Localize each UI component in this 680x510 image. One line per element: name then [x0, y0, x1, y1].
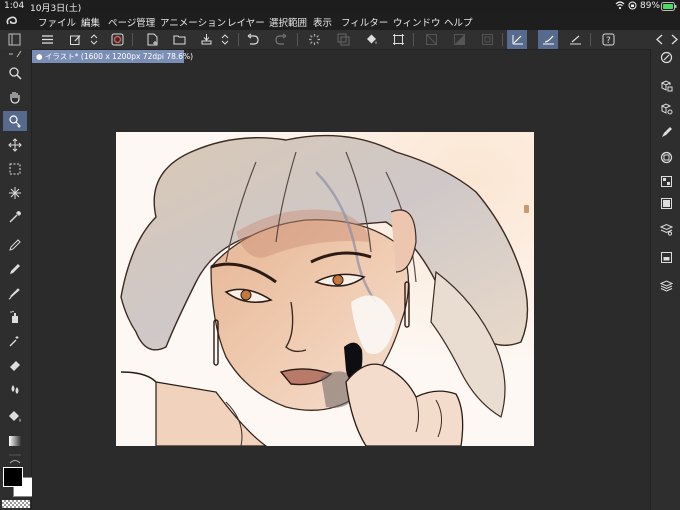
- color-wheel-icon[interactable]: [658, 149, 674, 165]
- toolbar-divider: [132, 33, 133, 46]
- color-set-icon[interactable]: [658, 173, 674, 189]
- tool-palette: [0, 49, 32, 510]
- snap-special-ruler-icon[interactable]: [538, 30, 558, 49]
- open-folder-icon[interactable]: [172, 32, 187, 47]
- subtool-icon[interactable]: [658, 77, 674, 93]
- loading-spinner-icon[interactable]: [307, 32, 322, 47]
- menu-window[interactable]: ウィンドウ: [393, 15, 441, 29]
- menu-bar: ファイル 編集 ページ管理 アニメーション レイヤー 選択範囲 表示 フィルター…: [0, 13, 680, 30]
- wifi-icon: [615, 1, 625, 10]
- tool-property-icon[interactable]: [658, 100, 674, 116]
- move-icon[interactable]: [5, 135, 25, 155]
- new-file-icon[interactable]: [145, 32, 160, 47]
- pen-shortcut-icon[interactable]: [5, 49, 25, 59]
- layer-icon[interactable]: [658, 277, 674, 293]
- menu-edit[interactable]: 編集: [81, 15, 100, 29]
- invert-selection-icon[interactable]: [452, 32, 467, 47]
- panel-dock: [650, 49, 680, 510]
- save-icon[interactable]: [199, 32, 214, 47]
- help-icon[interactable]: ?: [601, 32, 616, 47]
- brush-icon[interactable]: [5, 283, 25, 303]
- toolbar-divider: [590, 33, 591, 46]
- status-time: 1:04: [4, 1, 25, 11]
- toolbar-divider: [297, 33, 298, 46]
- edit-icon[interactable]: [68, 32, 83, 47]
- battery-percent: 89%: [640, 1, 661, 11]
- snap-ruler-icon[interactable]: [507, 30, 527, 49]
- layer-property-icon[interactable]: [658, 221, 674, 237]
- pencil-icon[interactable]: [5, 259, 25, 279]
- save-stepper-icon[interactable]: [220, 32, 230, 47]
- navigator-icon[interactable]: [658, 49, 674, 65]
- app-logo-icon[interactable]: [5, 15, 19, 27]
- decoration-icon[interactable]: [5, 331, 25, 351]
- menu-help[interactable]: ヘルプ: [444, 15, 473, 29]
- eyedropper-icon[interactable]: [5, 207, 25, 227]
- orientation-lock-icon: [628, 1, 637, 10]
- svg-text:?: ?: [606, 36, 611, 46]
- redo-icon[interactable]: [274, 32, 289, 47]
- menu-icon[interactable]: [40, 32, 55, 47]
- record-icon[interactable]: [110, 32, 125, 47]
- transparent-color-swatch[interactable]: [2, 500, 30, 508]
- select-layer-icon[interactable]: [3, 111, 27, 131]
- undo-icon[interactable]: [245, 32, 260, 47]
- toolbar-divider: [413, 33, 414, 46]
- brush-size-icon[interactable]: [658, 123, 674, 139]
- copy-layer-icon[interactable]: [336, 32, 351, 47]
- menu-layer[interactable]: レイヤー: [227, 15, 265, 29]
- toolbar-divider: [502, 33, 503, 46]
- clear-selection-icon[interactable]: [424, 32, 439, 47]
- menu-page-management[interactable]: ページ管理: [108, 15, 155, 29]
- snap-grid-icon[interactable]: [568, 32, 583, 47]
- paint-fleck: [524, 205, 529, 213]
- toolbar-divider: [238, 33, 239, 46]
- selection-icon[interactable]: [5, 159, 25, 179]
- menu-selection[interactable]: 選択範囲: [269, 15, 307, 29]
- canvas-artwork[interactable]: [116, 132, 534, 446]
- menu-animation[interactable]: アニメーション: [160, 15, 226, 29]
- panel-forward-icon[interactable]: [666, 32, 680, 47]
- document-tab[interactable]: ● イラスト* (1600 x 1200px 72dpi 78.6%): [32, 50, 193, 63]
- airbrush-icon[interactable]: [5, 307, 25, 327]
- updown-stepper-icon[interactable]: [89, 32, 99, 47]
- illustration-image: [116, 132, 534, 446]
- transform-crop-icon[interactable]: [391, 32, 406, 47]
- battery-icon: [661, 2, 677, 11]
- document-tab-close-icon[interactable]: ●: [36, 52, 45, 61]
- hand-icon[interactable]: [5, 87, 25, 107]
- layer-search-icon[interactable]: [658, 249, 674, 265]
- menu-file[interactable]: ファイル: [38, 15, 76, 29]
- material-icon[interactable]: [658, 195, 674, 211]
- fill-icon[interactable]: [5, 407, 25, 427]
- document-tab-title: イラスト* (1600 x 1200px 72dpi 78.6%): [44, 52, 194, 61]
- menu-filter[interactable]: フィルター: [341, 15, 388, 29]
- menu-view[interactable]: 表示: [313, 15, 332, 29]
- fill-bucket-icon[interactable]: [364, 32, 379, 47]
- main-color-swatch[interactable]: [3, 467, 23, 487]
- pen-icon[interactable]: [5, 235, 25, 255]
- expand-selection-icon[interactable]: [480, 32, 495, 47]
- left-panel-toggle-icon[interactable]: [7, 32, 22, 47]
- zoom-icon[interactable]: [5, 63, 25, 83]
- auto-select-icon[interactable]: [5, 183, 25, 203]
- command-bar: ?: [0, 30, 680, 50]
- status-bar: 1:04 10月3日(土) 89%: [0, 0, 680, 14]
- swap-colors-icon[interactable]: [8, 458, 22, 465]
- blend-icon[interactable]: [5, 379, 25, 399]
- gradient-icon[interactable]: [5, 431, 25, 451]
- eraser-icon[interactable]: [5, 355, 25, 375]
